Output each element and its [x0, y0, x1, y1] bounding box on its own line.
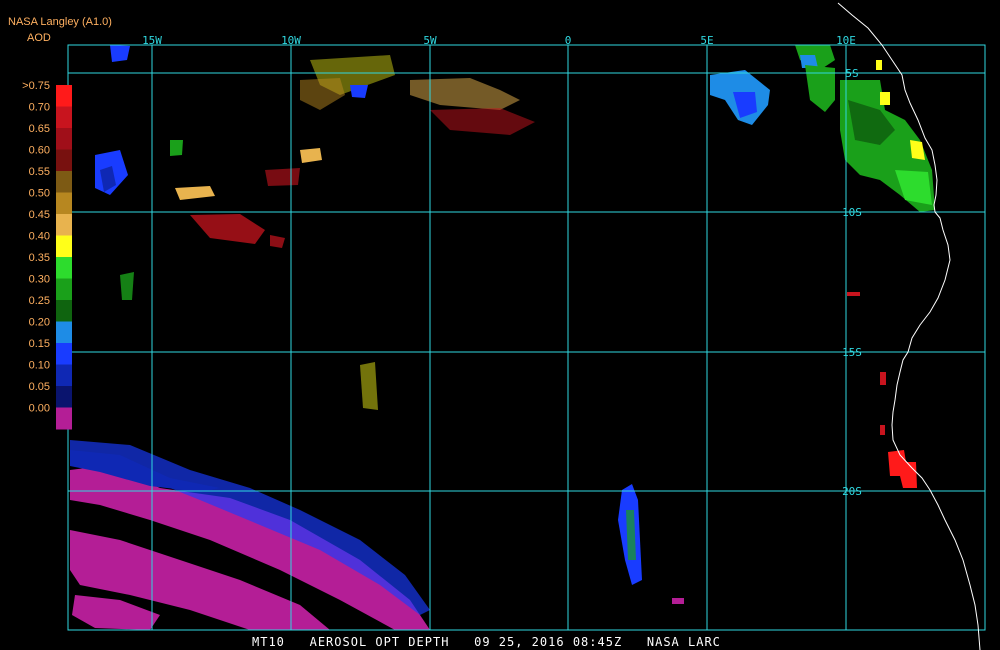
footer-sat: MT10	[252, 635, 285, 649]
footer-caption: MT10 AEROSOL OPT DEPTH 09 25, 2016 08:45…	[252, 635, 721, 649]
legend-label: 0.05	[29, 381, 50, 393]
legend-swatch	[56, 235, 72, 258]
legend-swatch	[56, 106, 72, 129]
legend-swatch	[56, 321, 72, 344]
latitude-label: 20S	[842, 485, 862, 498]
legend-label: 0.50	[29, 188, 50, 200]
footer-date: 09 25, 2016	[474, 635, 565, 649]
legend-swatch	[56, 149, 72, 172]
legend-label: 0.45	[29, 209, 50, 221]
latitude-label: 10S	[842, 206, 862, 219]
org-title: NASA Langley (A1.0)	[8, 16, 112, 28]
legend-swatch	[56, 343, 72, 365]
product-label: AOD	[27, 32, 51, 44]
latitude-label: 5S	[845, 67, 858, 80]
footer-time: 08:45Z	[572, 635, 623, 649]
legend-label: >0.75	[22, 80, 50, 92]
legend-swatch	[56, 278, 72, 301]
legend-label: 0.25	[29, 295, 50, 307]
longitude-label: 5W	[423, 34, 437, 47]
legend-label: 0.15	[29, 338, 50, 350]
legend-swatch	[56, 128, 72, 150]
legend-swatch	[56, 192, 72, 215]
footer-source: NASA LARC	[646, 635, 721, 649]
legend-label: 0.40	[29, 231, 50, 243]
longitude-label: 0	[565, 34, 572, 47]
legend-swatch	[56, 407, 72, 430]
legend-swatch	[56, 171, 72, 193]
legend-swatch	[56, 214, 72, 236]
legend-swatch	[56, 386, 72, 408]
footer-product: AEROSOL OPT DEPTH	[309, 635, 450, 649]
longitude-label: 10E	[836, 34, 856, 47]
legend-label: 0.00	[29, 403, 50, 415]
legend-label: 0.60	[29, 145, 50, 157]
map-canvas: 15W 10W 5W 0 5E 10E 5S 10S 15S 20S >0.75 0.70 0.65…	[0, 0, 1000, 650]
legend-swatch	[56, 364, 72, 387]
legend-label: 0.30	[29, 274, 50, 286]
legend-label: 0.65	[29, 123, 50, 135]
legend-label: 0.35	[29, 252, 50, 264]
legend-label: 0.20	[29, 317, 50, 329]
longitude-label: 10W	[281, 34, 301, 47]
longitude-label: 5E	[700, 34, 713, 47]
legend-label: 0.10	[29, 360, 50, 372]
longitude-label: 15W	[142, 34, 162, 47]
legend-swatch	[56, 85, 72, 107]
legend-label: 0.55	[29, 166, 50, 178]
latitude-label: 15S	[842, 346, 862, 359]
legend-swatch	[56, 257, 72, 279]
legend-swatch	[56, 300, 72, 322]
legend-label: 0.70	[29, 102, 50, 114]
